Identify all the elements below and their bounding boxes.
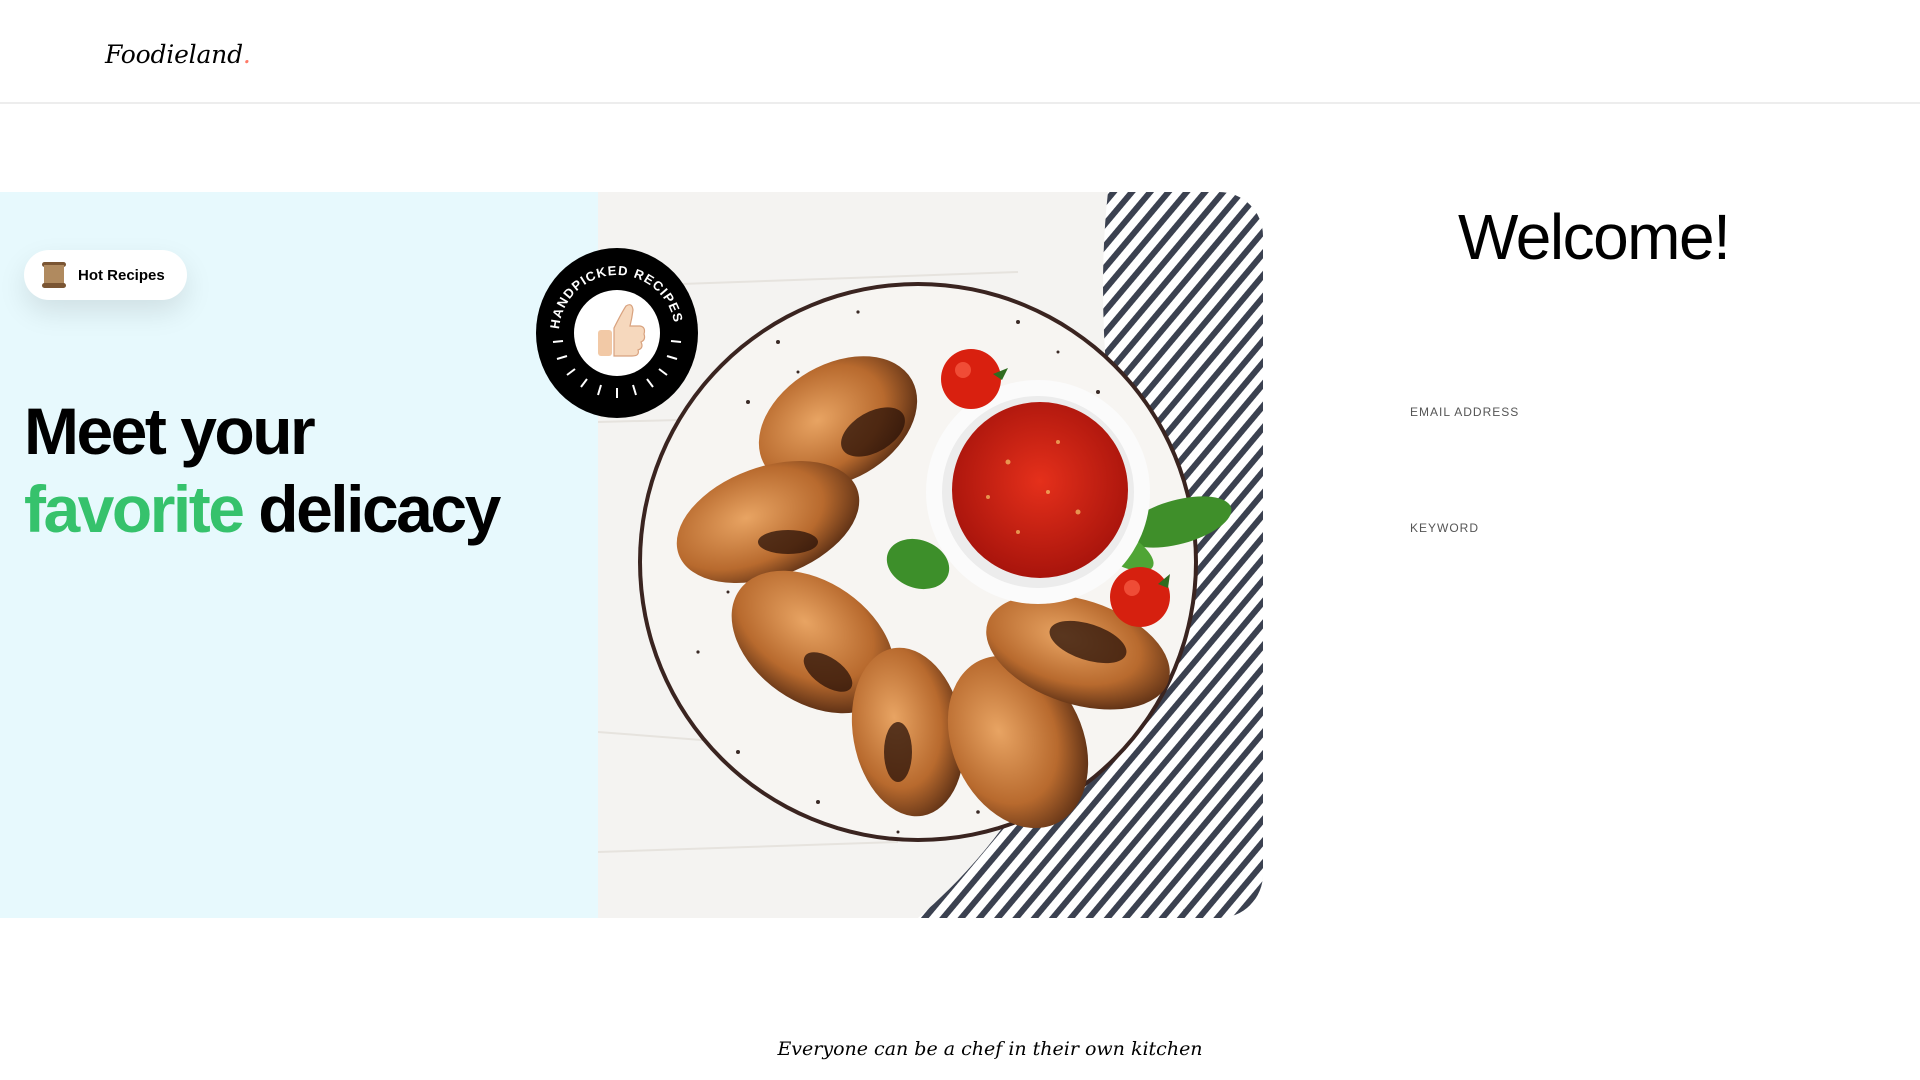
headline-highlight: favorite: [24, 472, 245, 546]
email-address-label: EMAIL ADDRESS: [1410, 405, 1520, 419]
welcome-title: Welcome!: [1458, 201, 1731, 273]
keyword-input[interactable]: [1410, 541, 1710, 581]
logo[interactable]: Foodieland.: [105, 40, 251, 69]
headline-line-1: Meet your: [24, 394, 316, 468]
logo-text: Foodieland: [105, 40, 243, 69]
email-address-input[interactable]: [1410, 425, 1710, 465]
handpicked-recipes-badge: HANDPICKED RECIPES: [536, 248, 698, 418]
hot-recipes-label: Hot Recipes: [78, 266, 165, 284]
headline-line-2: favorite delicacy: [24, 470, 501, 548]
logo-dot: .: [242, 40, 251, 69]
hero-text-panel: Hot Recipes Meet your favorite delicacy: [0, 192, 598, 918]
hot-recipes-pill[interactable]: Hot Recipes: [24, 250, 187, 300]
hero-headline: Meet your favorite delicacy: [24, 392, 501, 548]
top-header: Foodieland.: [0, 0, 1920, 104]
scroll-icon: [42, 261, 66, 289]
keyword-label: KEYWORD: [1410, 521, 1480, 535]
tagline: Everyone can be a chef in their own kitc…: [777, 1038, 1203, 1060]
headline-rest: delicacy: [242, 472, 501, 546]
